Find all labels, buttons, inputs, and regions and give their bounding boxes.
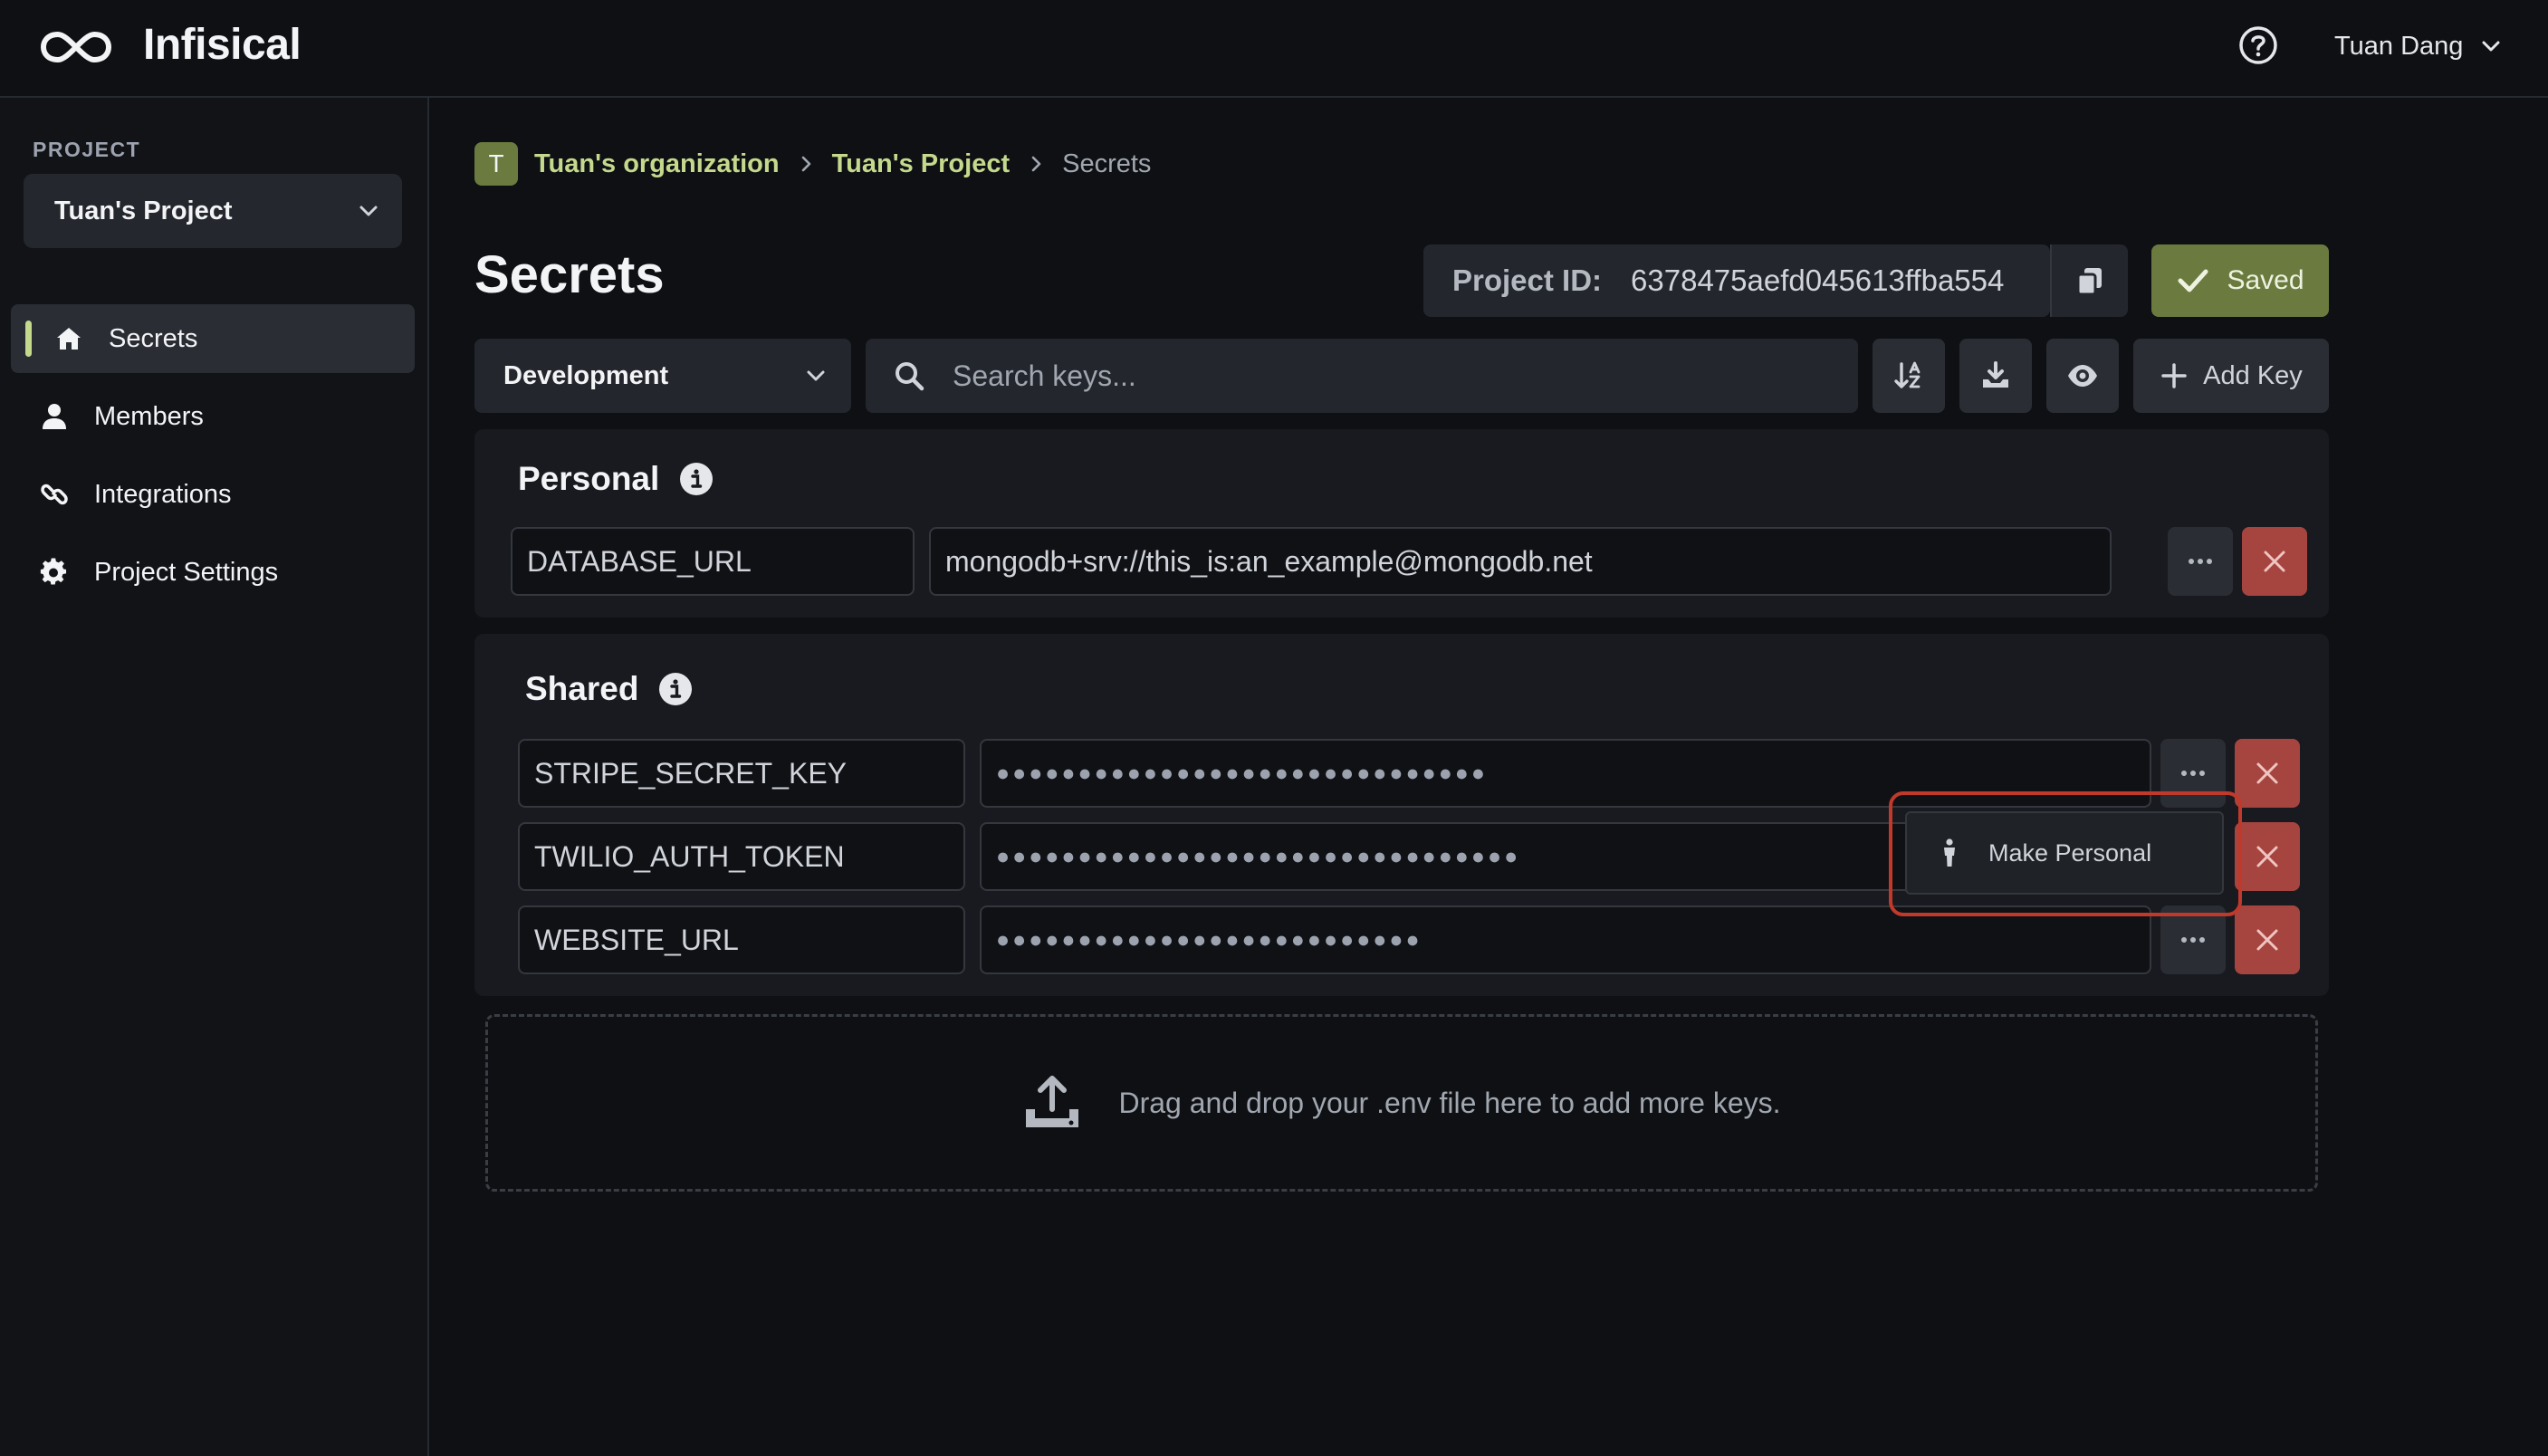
check-icon: [2178, 269, 2208, 292]
user-name: Tuan Dang: [2334, 31, 2464, 61]
secret-key-field[interactable]: WEBSITE_URL: [518, 905, 965, 974]
delete-secret-button[interactable]: [2235, 739, 2300, 808]
ellipsis-icon: [2181, 771, 2205, 776]
info-icon[interactable]: [679, 462, 714, 496]
sort-button[interactable]: [1873, 339, 1945, 413]
close-icon: [2264, 551, 2285, 572]
chevron-down-icon: [2482, 41, 2500, 52]
project-select-value: Tuan's Project: [54, 196, 233, 225]
link-icon: [41, 484, 68, 505]
plus-icon: [2161, 363, 2187, 388]
secret-value-field[interactable]: ●●●●●●●●●●●●●●●●●●●●●●●●●●: [980, 905, 2151, 974]
project-id-value: 6378475aefd045613ffba554: [1631, 263, 2005, 297]
personal-title: Personal: [518, 460, 660, 497]
masked-value: ●●●●●●●●●●●●●●●●●●●●●●●●●●: [996, 926, 1422, 953]
sidebar-item-secrets[interactable]: Secrets: [11, 304, 415, 373]
chevron-down-icon: [807, 370, 825, 381]
breadcrumb-org-link[interactable]: Tuan's organization: [534, 149, 780, 179]
make-personal-label: Make Personal: [1988, 838, 2152, 867]
sidebar-item-label: Project Settings: [94, 557, 279, 587]
project-select[interactable]: Tuan's Project: [24, 174, 402, 248]
chevron-down-icon: [359, 206, 378, 216]
secret-key-field[interactable]: TWILIO_AUTH_TOKEN: [518, 822, 965, 891]
personal-secrets-panel: Personal DATABASE_URL mongodb+srv://this…: [474, 429, 2329, 618]
make-personal-menu-item[interactable]: Make Personal: [1905, 811, 2224, 895]
shared-section-title: Shared: [525, 670, 693, 708]
copy-icon: [2076, 268, 2102, 296]
download-button[interactable]: [1959, 339, 2032, 413]
user-icon: [43, 404, 66, 429]
search-input[interactable]: [953, 359, 1822, 393]
chevron-right-icon: [1031, 156, 1041, 172]
copy-project-id-button[interactable]: [2050, 244, 2128, 317]
sort-icon: [1894, 361, 1921, 388]
delete-secret-button[interactable]: [2235, 905, 2300, 974]
env-file-dropzone[interactable]: Drag and drop your .env file here to add…: [485, 1014, 2318, 1192]
secret-options-button[interactable]: [2168, 527, 2233, 596]
sidebar-nav: Secrets Members Integrations Project Set…: [11, 304, 415, 616]
delete-secret-button[interactable]: [2242, 527, 2307, 596]
delete-secret-button[interactable]: [2235, 822, 2300, 891]
sidebar-item-label: Integrations: [94, 479, 232, 509]
sidebar-caption: PROJECT: [33, 138, 141, 161]
environment-select-value: Development: [503, 360, 669, 390]
sidebar-item-members[interactable]: Members: [11, 382, 415, 451]
masked-value: ●●●●●●●●●●●●●●●●●●●●●●●●●●●●●●●●: [996, 843, 1521, 869]
sidebar-item-label: Secrets: [109, 323, 198, 353]
top-bar: Infisical Tuan Dang: [0, 0, 2548, 98]
dropzone-text: Drag and drop your .env file here to add…: [1118, 1086, 1781, 1119]
secret-value-field[interactable]: mongodb+srv://this_is:an_example@mongodb…: [929, 527, 2112, 596]
infinity-logo-icon[interactable]: [40, 27, 112, 67]
secret-options-button[interactable]: [2160, 905, 2226, 974]
person-icon: [1944, 838, 1955, 867]
sidebar: PROJECT Tuan's Project Secrets Members I…: [0, 98, 429, 1456]
sidebar-item-label: Members: [94, 401, 204, 431]
gear-icon: [40, 558, 67, 585]
org-avatar: T: [474, 142, 518, 186]
search-icon: [896, 362, 924, 391]
add-key-label: Add Key: [2203, 360, 2303, 390]
page-title: Secrets: [474, 245, 665, 304]
secret-row: DATABASE_URL mongodb+srv://this_is:an_ex…: [511, 527, 2307, 596]
download-icon: [1983, 361, 2008, 388]
ellipsis-icon: [2189, 559, 2212, 564]
user-menu[interactable]: Tuan Dang: [2334, 25, 2503, 67]
saved-button[interactable]: Saved: [2151, 244, 2329, 317]
help-icon[interactable]: [2238, 25, 2278, 65]
chevron-right-icon: [801, 156, 810, 172]
toggle-visibility-button[interactable]: [2046, 339, 2119, 413]
close-icon: [2256, 762, 2278, 784]
masked-value: ●●●●●●●●●●●●●●●●●●●●●●●●●●●●●●: [996, 760, 1489, 786]
breadcrumb-current: Secrets: [1062, 148, 1152, 178]
close-icon: [2256, 929, 2278, 951]
secret-row: STRIPE_SECRET_KEY ●●●●●●●●●●●●●●●●●●●●●●…: [518, 739, 2300, 808]
secret-key-field[interactable]: DATABASE_URL: [511, 527, 915, 596]
secret-key-field[interactable]: STRIPE_SECRET_KEY: [518, 739, 965, 808]
secret-options-button[interactable]: [2160, 739, 2226, 808]
breadcrumb-project-link[interactable]: Tuan's Project: [832, 149, 1011, 179]
add-key-button[interactable]: Add Key: [2133, 339, 2329, 413]
search-box: [866, 339, 1858, 413]
sidebar-item-integrations[interactable]: Integrations: [11, 460, 415, 529]
sidebar-item-project-settings[interactable]: Project Settings: [11, 538, 415, 607]
eye-icon: [2068, 365, 2097, 387]
shared-title: Shared: [525, 670, 639, 707]
breadcrumb: T Tuan's organization Tuan's Project Sec…: [474, 141, 1151, 187]
project-id-box: Project ID: 6378475aefd045613ffba554: [1423, 244, 2050, 317]
ellipsis-icon: [2181, 937, 2205, 943]
project-id-label: Project ID:: [1452, 263, 1603, 297]
app-name[interactable]: Infisical: [143, 20, 302, 70]
personal-section-title: Personal: [518, 460, 714, 498]
close-icon: [2256, 846, 2278, 867]
upload-icon: [1026, 1076, 1079, 1127]
saved-button-label: Saved: [2227, 265, 2304, 295]
info-icon[interactable]: [658, 672, 693, 706]
secret-value-field[interactable]: ●●●●●●●●●●●●●●●●●●●●●●●●●●●●●●: [980, 739, 2151, 808]
environment-select[interactable]: Development: [474, 339, 851, 413]
home-icon: [57, 328, 81, 350]
secret-row: WEBSITE_URL ●●●●●●●●●●●●●●●●●●●●●●●●●●: [518, 905, 2300, 974]
